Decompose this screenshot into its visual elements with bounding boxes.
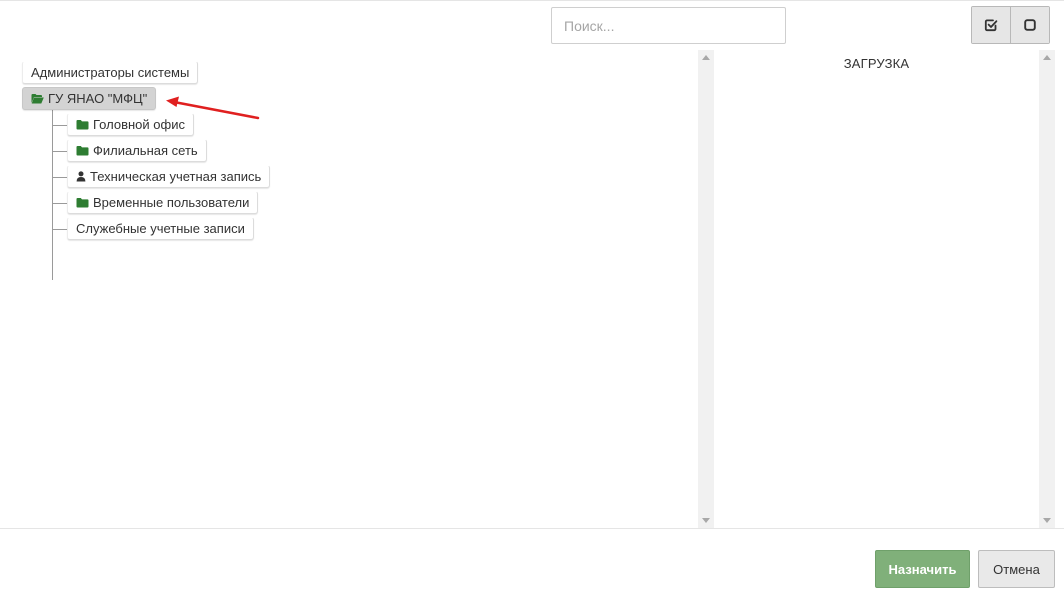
folder-icon <box>76 197 89 208</box>
tree-node-branch-network[interactable]: Филиальная сеть <box>67 139 207 162</box>
tree-node-technical-account[interactable]: Техническая учетная запись <box>67 165 271 188</box>
checkbox-checked-icon <box>984 19 998 32</box>
tree-node-label: Администраторы системы <box>31 65 190 80</box>
top-border <box>0 0 1064 1</box>
tree-connector <box>52 177 67 178</box>
scroll-up-arrow-icon[interactable] <box>702 55 710 60</box>
tree-connector <box>52 229 67 230</box>
tree-connector <box>52 110 53 280</box>
tree-node-service-accounts[interactable]: Служебные учетные записи <box>67 217 254 240</box>
tree-node-label: Техническая учетная запись <box>90 169 262 184</box>
tree-node-label: Филиальная сеть <box>93 143 198 158</box>
tree-scrollbar[interactable] <box>698 50 714 528</box>
org-tree-pane: Администраторы системы ГУ ЯНАО "МФЦ" Гол… <box>0 50 698 528</box>
tree-node-system-admins[interactable]: Администраторы системы <box>22 61 199 84</box>
right-panel-scrollbar[interactable] <box>1039 50 1055 528</box>
cancel-button[interactable]: Отмена <box>978 550 1055 588</box>
checkbox-empty-icon <box>1024 19 1036 31</box>
tree-connector <box>52 125 67 126</box>
tree-node-temporary-users[interactable]: Временные пользователи <box>67 191 259 214</box>
folder-icon <box>76 145 89 156</box>
deselect-all-button[interactable] <box>1010 7 1049 43</box>
assign-button[interactable]: Назначить <box>875 550 970 588</box>
folder-icon <box>76 119 89 130</box>
footer-divider <box>0 528 1064 529</box>
tree-connector <box>52 203 67 204</box>
folder-open-icon <box>31 93 44 104</box>
tree-node-head-office[interactable]: Головной офис <box>67 113 194 136</box>
tree-node-gu-yanao-mfc[interactable]: ГУ ЯНАО "МФЦ" <box>22 87 157 110</box>
scroll-up-arrow-icon[interactable] <box>1043 55 1051 60</box>
tree-node-label: Временные пользователи <box>93 195 250 210</box>
tree-node-label: Служебные учетные записи <box>76 221 245 236</box>
user-icon <box>76 171 86 182</box>
search-input[interactable] <box>551 7 786 44</box>
tree-connector <box>52 151 67 152</box>
scroll-down-arrow-icon[interactable] <box>702 518 710 523</box>
loading-status: ЗАГРУЗКА <box>843 56 910 71</box>
selection-button-group <box>971 6 1050 44</box>
scroll-down-arrow-icon[interactable] <box>1043 518 1051 523</box>
tree-node-label: ГУ ЯНАО "МФЦ" <box>48 91 148 106</box>
select-all-button[interactable] <box>972 7 1010 43</box>
tree-node-label: Головной офис <box>93 117 185 132</box>
